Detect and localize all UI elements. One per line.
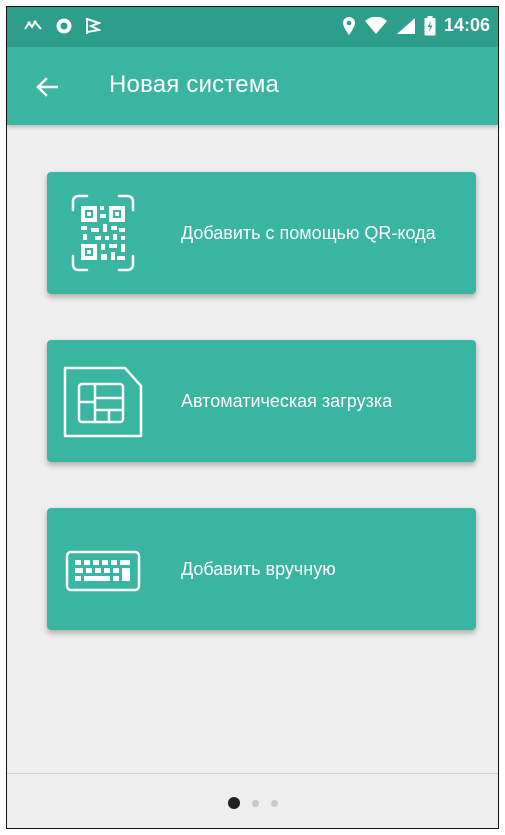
sim-card-icon bbox=[61, 358, 145, 444]
status-bar: 14:06 bbox=[7, 7, 498, 47]
page-dot-2[interactable] bbox=[251, 799, 259, 807]
arrow-left-icon bbox=[36, 77, 58, 97]
auto-load-button[interactable]: Автоматическая загрузка bbox=[47, 340, 476, 462]
back-button[interactable] bbox=[29, 69, 65, 105]
add-manually-button[interactable]: Добавить вручную bbox=[47, 508, 476, 630]
battery-icon bbox=[424, 15, 436, 36]
keyboard-icon bbox=[61, 526, 145, 612]
page-dot-1[interactable] bbox=[227, 797, 240, 809]
circle-icon bbox=[55, 17, 73, 35]
add-by-qr-code-button[interactable]: Добавить с помощью QR-кода bbox=[47, 172, 476, 294]
wifi-icon bbox=[364, 16, 388, 35]
location-icon bbox=[342, 16, 356, 36]
flag-icon bbox=[85, 17, 101, 35]
app-notification-icon bbox=[23, 19, 43, 33]
page-dot-3[interactable] bbox=[270, 799, 278, 807]
page-title: Новая система bbox=[109, 71, 280, 98]
qr-code-icon bbox=[61, 190, 145, 276]
card-label-manual: Добавить вручную bbox=[181, 559, 336, 579]
signal-icon bbox=[396, 17, 416, 35]
status-time: 14:06 bbox=[443, 15, 490, 35]
app-screen: 14:06 Новая система Добавить с помощью Q… bbox=[6, 6, 499, 829]
bottom-divider bbox=[7, 773, 498, 774]
card-label-auto: Автоматическая загрузка bbox=[181, 391, 393, 411]
app-bar: Новая система bbox=[7, 47, 498, 125]
page-indicator bbox=[7, 797, 498, 809]
card-label-qr: Добавить с помощью QR-кода bbox=[181, 223, 436, 243]
